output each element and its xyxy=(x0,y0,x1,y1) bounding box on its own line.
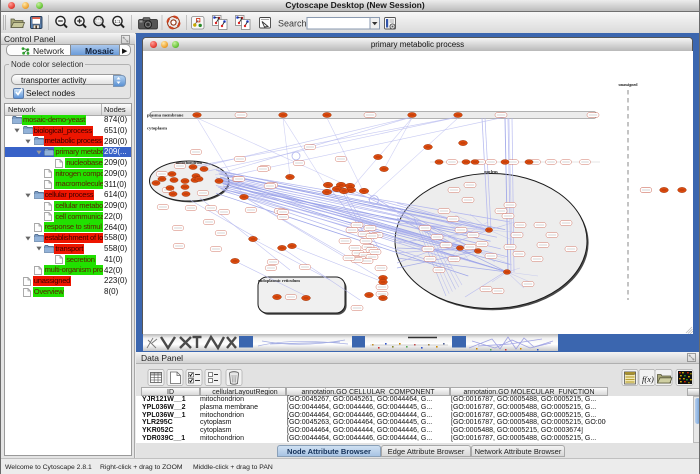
svg-text:1:1: 1:1 xyxy=(114,19,121,24)
svg-text:cytoplasm: cytoplasm xyxy=(147,126,167,131)
svg-text:f(x): f(x) xyxy=(642,374,654,384)
svg-text:unassigned: unassigned xyxy=(619,82,639,87)
svg-text:mitochondrion: mitochondrion xyxy=(176,160,203,165)
svg-text:endoplasmic reticulum: endoplasmic reticulum xyxy=(258,278,300,283)
svg-text:nucleus: nucleus xyxy=(484,169,498,174)
svg-text:Search:: Search: xyxy=(278,19,309,29)
svg-text:plasma membrane: plasma membrane xyxy=(147,113,183,118)
